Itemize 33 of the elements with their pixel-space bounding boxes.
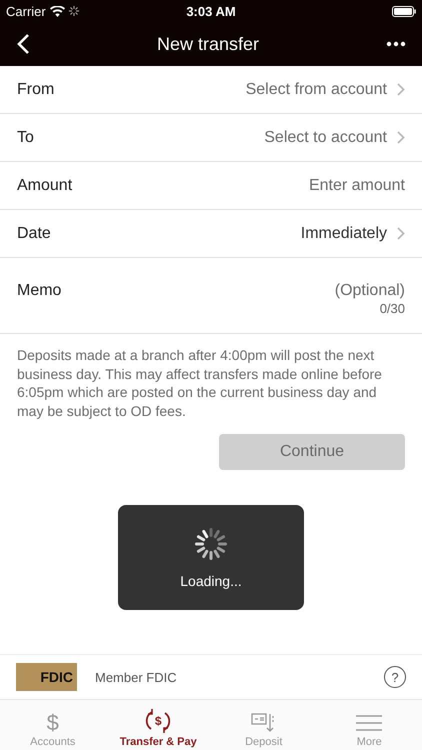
- screen-title: New transfer: [156, 34, 260, 54]
- character-counter: 0/30: [380, 300, 405, 316]
- field-value[interactable]: Enter amount: [308, 176, 405, 194]
- field-label: To: [17, 128, 34, 146]
- loading-label: Loading...: [180, 572, 242, 588]
- chevron-icon: [397, 227, 405, 240]
- carrier-label: Carrier: [6, 4, 46, 18]
- field-label: From: [17, 80, 54, 98]
- clock-time: 3:03 AM: [186, 4, 236, 18]
- fdic-logo: FDIC: [16, 663, 77, 691]
- chevron-icon: [397, 131, 405, 144]
- wifi-icon: [50, 6, 65, 16]
- back-chevron-icon[interactable]: [16, 33, 30, 55]
- activity-icon: [68, 6, 79, 16]
- chevron-icon: [397, 83, 405, 96]
- field-value[interactable]: Select to account: [264, 128, 387, 146]
- tab-bar-item[interactable]: $ Transfer & Pay: [106, 700, 211, 750]
- field-value[interactable]: Select from account: [246, 80, 387, 98]
- help-button[interactable]: ?: [384, 666, 406, 688]
- field-label: Amount: [17, 176, 72, 194]
- tab-bar-item[interactable]: $ Accounts: [0, 700, 106, 750]
- field-label: Date: [17, 224, 51, 242]
- circular-arrows-icon[interactable]: [144, 708, 172, 734]
- field-value[interactable]: Immediately: [300, 224, 387, 242]
- spinner-icon: [194, 526, 228, 560]
- field-label: Memo: [17, 282, 62, 300]
- field-value[interactable]: (Optional): [334, 282, 405, 300]
- notice-text: Deposits made at a branch after 4:00pm will post the next business day. This may affect transfers made online before 6:05pm which are posted on the current business day and may be subject to OD fees.: [17, 346, 383, 420]
- more-dots-icon[interactable]: [386, 41, 406, 47]
- battery-icon: [392, 6, 416, 16]
- tab-bar-item[interactable]: More: [316, 700, 422, 750]
- tab-bar-item[interactable]: Deposit: [211, 700, 316, 750]
- footer-text: Member FDIC: [95, 670, 178, 684]
